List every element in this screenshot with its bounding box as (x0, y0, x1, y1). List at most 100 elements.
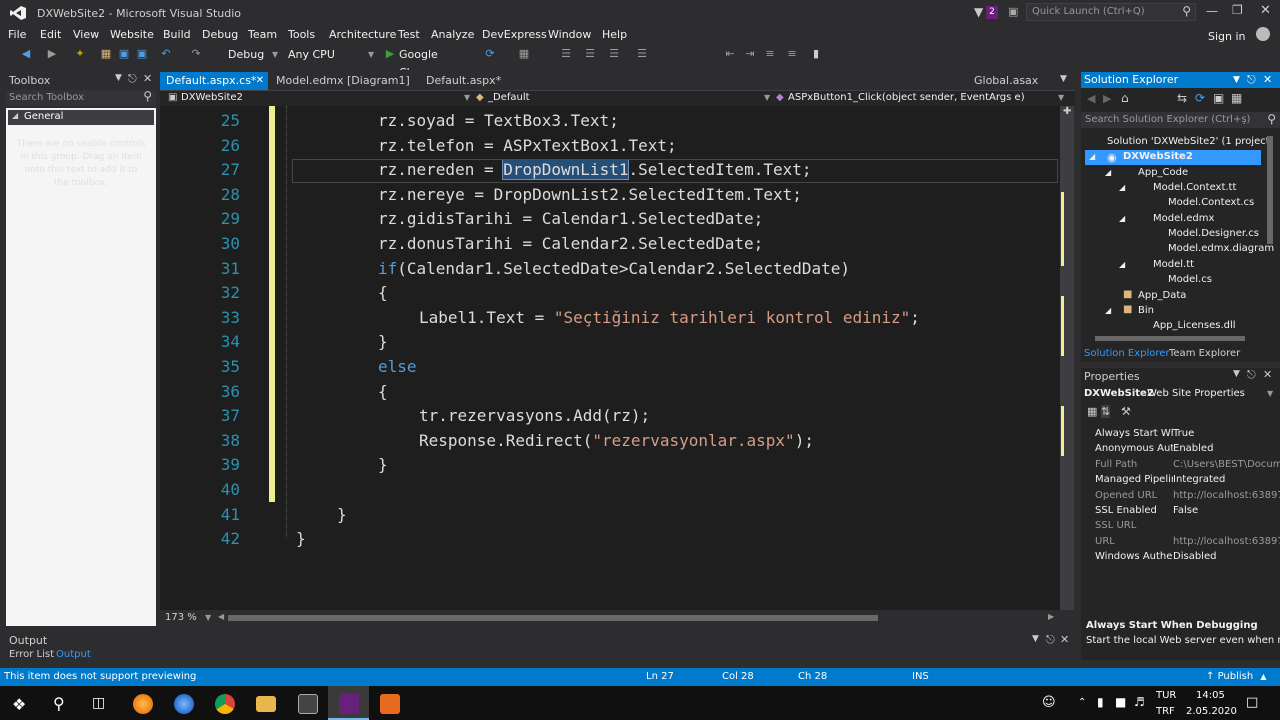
tree-item-solution[interactable]: Solution 'DXWebSite2' (1 project) (1107, 136, 1274, 147)
chevron-down-icon[interactable]: ▼ (205, 613, 211, 622)
collapse-all-icon[interactable]: ▣ (1213, 91, 1224, 105)
close-icon[interactable]: ✕ (143, 72, 152, 85)
home-icon[interactable]: ⌂ (1121, 91, 1129, 105)
pin-icon[interactable]: ⎋ (128, 72, 137, 86)
dropdown-icon[interactable]: ▼ (115, 73, 122, 83)
firefox-icon[interactable] (133, 694, 153, 714)
filter-icon[interactable]: ▼ (974, 5, 983, 19)
alphabetical-icon[interactable]: ⇅ (1101, 405, 1111, 418)
volume-icon[interactable]: ♬ (1134, 695, 1145, 709)
tab-solution-explorer[interactable]: Solution Explorer (1084, 348, 1170, 359)
dropdown-icon[interactable]: ▼ (1233, 369, 1240, 379)
pin-icon[interactable]: ⎋ (1046, 633, 1055, 647)
tree-item-model-context-cs[interactable]: Model.Context.cs (1168, 197, 1254, 208)
save-all-icon[interactable]: ▣ (136, 48, 148, 60)
network-icon[interactable]: ■ (1115, 695, 1126, 709)
file-explorer-icon[interactable] (256, 696, 276, 712)
tab-default-aspx[interactable]: Default.aspx* (420, 72, 510, 90)
menu-view[interactable]: View (73, 28, 99, 41)
tree-item-model-tt[interactable]: Model.tt (1153, 259, 1194, 270)
tree-item-model-edmx-diagram[interactable]: Model.edmx.diagram (1168, 243, 1274, 254)
menu-file[interactable]: File (8, 28, 26, 41)
minimize-button[interactable]: — (1206, 4, 1218, 18)
property-row[interactable]: Windows AuthenDisabled (1095, 551, 1216, 562)
tree-item-app-licenses[interactable]: App_Licenses.dll (1153, 320, 1236, 331)
firefox-dev-icon[interactable] (174, 694, 194, 714)
menu-tools[interactable]: Tools (288, 28, 315, 41)
refresh-icon[interactable]: ⟳ (484, 48, 496, 60)
zoom-level[interactable]: 173 % (165, 612, 197, 623)
toolbar-misc-icon[interactable]: ☰ (636, 48, 648, 60)
new-project-icon[interactable]: ✦ (74, 48, 86, 60)
pin-icon[interactable]: ⎋ (1247, 368, 1256, 382)
indent-icon[interactable]: ⇥ (744, 48, 756, 60)
wrench-icon[interactable]: ⚒ (1121, 405, 1131, 418)
horizontal-scrollbar-thumb[interactable] (228, 615, 878, 621)
people-icon[interactable]: ☺ (1042, 695, 1056, 710)
feedback-icon[interactable]: ▣ (1008, 5, 1018, 18)
quick-launch-input[interactable]: Quick Launch (Ctrl+Q) ⚲ (1026, 3, 1196, 21)
tree-item-app-data[interactable]: App_Data (1138, 290, 1186, 301)
pin-icon[interactable]: ⎋ (1247, 72, 1256, 88)
close-icon[interactable]: ✕ (1060, 633, 1069, 646)
publish-button[interactable]: ↑ Publish ▲ (1206, 668, 1267, 686)
property-row[interactable]: Full Path C:\Users\BEST\Docume (1095, 459, 1280, 470)
refresh-icon[interactable]: ⟳ (1195, 91, 1205, 105)
forward-icon[interactable]: ▶ (46, 48, 58, 60)
menu-help[interactable]: Help (602, 28, 627, 41)
property-row[interactable]: SSL URL (1095, 520, 1173, 531)
tab-output[interactable]: Output (56, 649, 91, 660)
redo-icon[interactable]: ↷ (190, 48, 202, 60)
expand-icon[interactable]: ◢ (1105, 168, 1111, 177)
expand-icon[interactable]: ◢ (1105, 306, 1111, 315)
sync-icon[interactable]: ⇆ (1177, 91, 1187, 105)
code-editor[interactable]: 25 rz.soyad = TextBox3.Text; 26 rz.telefon … (160, 106, 1060, 610)
dropdown-icon[interactable]: ▼ (1032, 634, 1039, 644)
solution-search-input[interactable]: Search Solution Explorer (Ctrl+ş) ⚲ (1081, 112, 1280, 128)
open-file-icon[interactable]: ▦ (100, 48, 112, 60)
editor-vertical-scrollbar[interactable]: ✚ (1060, 106, 1074, 610)
notification-center-icon[interactable]: □ (1246, 695, 1258, 710)
config-dropdown[interactable]: Debug ▼ (224, 46, 280, 64)
visual-studio-icon[interactable] (339, 694, 359, 714)
undo-icon[interactable]: ↶ (160, 48, 172, 60)
menu-architecture[interactable]: Architecture (329, 28, 396, 41)
expand-icon[interactable]: ◢ (1119, 183, 1125, 192)
toolbar-misc-icon[interactable]: ☰ (560, 48, 572, 60)
clock-date[interactable]: 2.05.2020 (1186, 706, 1237, 717)
input-language-1[interactable]: TUR (1156, 690, 1176, 701)
method-dropdown[interactable]: ◆ ASPxButton1_Click(object sender, Event… (776, 92, 1066, 106)
uncomment-icon[interactable]: ≡ (786, 48, 798, 60)
property-row[interactable]: Opened URL http://localhost:63897/ (1095, 490, 1280, 501)
scroll-left-icon[interactable]: ◀ (218, 612, 224, 621)
close-icon[interactable]: ✕ (1263, 368, 1272, 381)
sql-tools-icon[interactable] (298, 694, 318, 714)
close-icon[interactable]: ✕ (256, 72, 264, 90)
expand-icon[interactable]: ◢ (1089, 152, 1095, 161)
forward-icon[interactable]: ▶ (1103, 92, 1111, 105)
sign-in-link[interactable]: Sign in (1208, 30, 1246, 43)
tree-item-model-context-tt[interactable]: Model.Context.tt (1153, 182, 1236, 193)
class-dropdown[interactable]: ◆ _Default ▼ (476, 92, 770, 106)
project-dropdown[interactable]: ▣ DXWebSite2 ▼ (168, 92, 470, 106)
menu-devexpress[interactable]: DevExpress (482, 28, 547, 41)
recorder-icon[interactable] (380, 694, 400, 714)
tab-model-edmx[interactable]: Model.edmx [Diagram1] (270, 72, 410, 90)
close-icon[interactable]: ✕ (1263, 72, 1272, 88)
windows-start-icon[interactable]: ❖ (12, 695, 26, 714)
tab-team-explorer[interactable]: Team Explorer (1169, 348, 1240, 359)
task-view-icon[interactable]: ◫ (92, 695, 105, 711)
solution-tree-hscroll[interactable] (1095, 336, 1245, 341)
browser-dropdown[interactable]: Google Chrome (395, 46, 479, 79)
tab-list-dropdown-icon[interactable]: ▼ (1060, 74, 1067, 84)
split-icon[interactable]: ✚ (1063, 106, 1071, 117)
menu-website[interactable]: Website (110, 28, 154, 41)
tree-item-model-designer-cs[interactable]: Model.Designer.cs (1168, 228, 1259, 239)
search-icon[interactable]: ⚲ (53, 694, 65, 713)
tab-default-aspx-cs[interactable]: Default.aspx.cs* ✕ (160, 72, 268, 90)
tree-item-model-cs[interactable]: Model.cs (1168, 274, 1212, 285)
platform-dropdown[interactable]: Any CPU ▼ (284, 46, 376, 64)
tab-global-asax[interactable]: Global.asax (968, 72, 1038, 90)
clock-time[interactable]: 14:05 (1196, 690, 1225, 701)
property-row[interactable]: URL http://localhost:63897 (1095, 536, 1280, 547)
